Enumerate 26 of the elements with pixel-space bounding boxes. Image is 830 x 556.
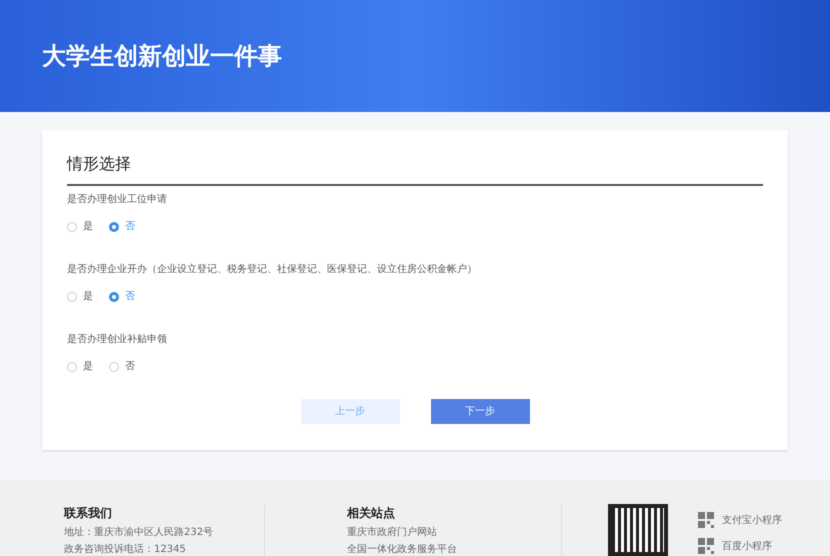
next-button[interactable]: 下一步: [430, 399, 530, 424]
page-title: 大学生创新创业一件事: [42, 41, 282, 72]
radio-option[interactable]: 否: [109, 219, 137, 234]
radio-option[interactable]: 否: [109, 359, 137, 374]
radio-option[interactable]: 是: [67, 219, 95, 234]
question-label: 是否办理创业工位申请: [67, 192, 168, 207]
mini-program-link[interactable]: 支付宝小程序: [722, 512, 782, 528]
radio-option[interactable]: 是: [67, 289, 95, 304]
contact-text: 地址：重庆市渝中区人民路232号: [64, 527, 214, 539]
footer-link[interactable]: 全国一体化政务服务平台: [347, 544, 561, 556]
radio-button[interactable]: [67, 222, 77, 232]
question-label: 是否办理企业开办（企业设立登记、税务登记、社保登记、医保登记、设立住房公积金帐户）: [67, 262, 478, 277]
question-label: 是否办理创业补贴申领: [67, 332, 168, 347]
footer-heading: 联系我们: [64, 505, 113, 522]
radio-button[interactable]: [109, 292, 119, 302]
mini-program-link[interactable]: 百度小程序: [722, 538, 772, 554]
radio-button[interactable]: [109, 362, 119, 372]
footer-heading: 相关站点: [347, 505, 396, 522]
footer-link[interactable]: 重庆市政府门户网站: [347, 527, 561, 539]
contact-text: 政务咨询投诉电话：12345: [64, 544, 187, 556]
radio-option[interactable]: 否: [109, 289, 137, 304]
radio-button[interactable]: [67, 362, 77, 372]
radio-button[interactable]: [67, 292, 77, 302]
radio-button[interactable]: [109, 222, 119, 232]
radio-option[interactable]: 是: [67, 359, 95, 374]
section-title: 情形选择: [67, 152, 763, 186]
